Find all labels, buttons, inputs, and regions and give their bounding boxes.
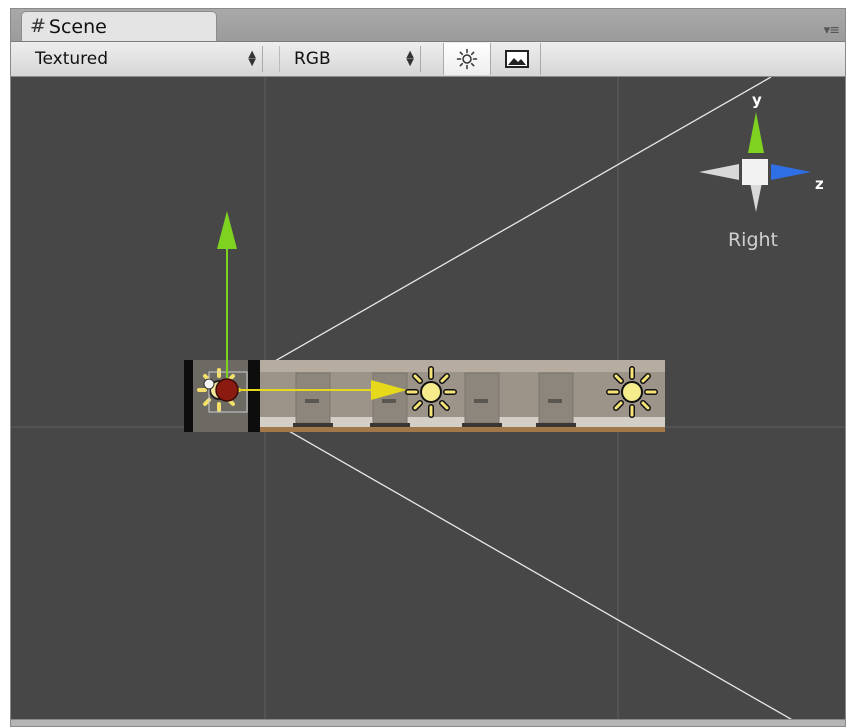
gizmo-center-cube[interactable] [742, 159, 768, 185]
gizmo-z-label: z [815, 175, 824, 193]
y-axis-arrow-icon[interactable] [217, 211, 237, 249]
gizmo-z-cone-icon[interactable] [771, 164, 811, 180]
grid-hash-icon: # [30, 15, 46, 37]
draw-mode-dropdown[interactable]: Textured ▲ ▼ [23, 46, 263, 72]
dropdown-arrows-icon: ▲ ▼ [248, 49, 256, 68]
tab-scene[interactable]: # Scene [21, 11, 217, 41]
hallway-mesh[interactable] [259, 360, 665, 432]
sun-icon [456, 48, 478, 70]
tab-scene-label: Scene [48, 15, 107, 38]
orientation-gizmo[interactable]: y z Right [699, 91, 824, 251]
panel-menu-icon[interactable]: ▾≡ [824, 23, 840, 38]
scene-lighting-toggle[interactable] [443, 43, 491, 75]
gizmo-neg-z-cone-icon[interactable] [699, 164, 739, 180]
light-icon-1[interactable] [405, 366, 457, 418]
light-icon-2[interactable] [606, 366, 658, 418]
scene-fx-toggle[interactable] [493, 43, 541, 75]
image-icon [504, 50, 529, 68]
render-mode-value: RGB [294, 49, 331, 69]
render-mode-dropdown[interactable]: RGB ▲ ▼ [279, 46, 421, 72]
pivot-handle[interactable] [215, 378, 239, 402]
dropdown-arrows-icon: ▲ ▼ [406, 49, 414, 68]
bottom-border [11, 719, 845, 726]
tab-bar: # Scene ▾≡ [11, 9, 845, 42]
gizmo-view-label: Right [728, 229, 778, 251]
scene-window: # Scene ▾≡ Textured ▲ ▼ RGB ▲ ▼ y z Righ… [10, 8, 846, 727]
gizmo-y-label: y [752, 91, 762, 109]
gizmo-y-cone-icon[interactable] [748, 112, 764, 153]
scene-toolbar: Textured ▲ ▼ RGB ▲ ▼ [11, 42, 845, 77]
scene-viewport[interactable]: y z Right [11, 77, 845, 720]
draw-mode-value: Textured [35, 49, 109, 69]
